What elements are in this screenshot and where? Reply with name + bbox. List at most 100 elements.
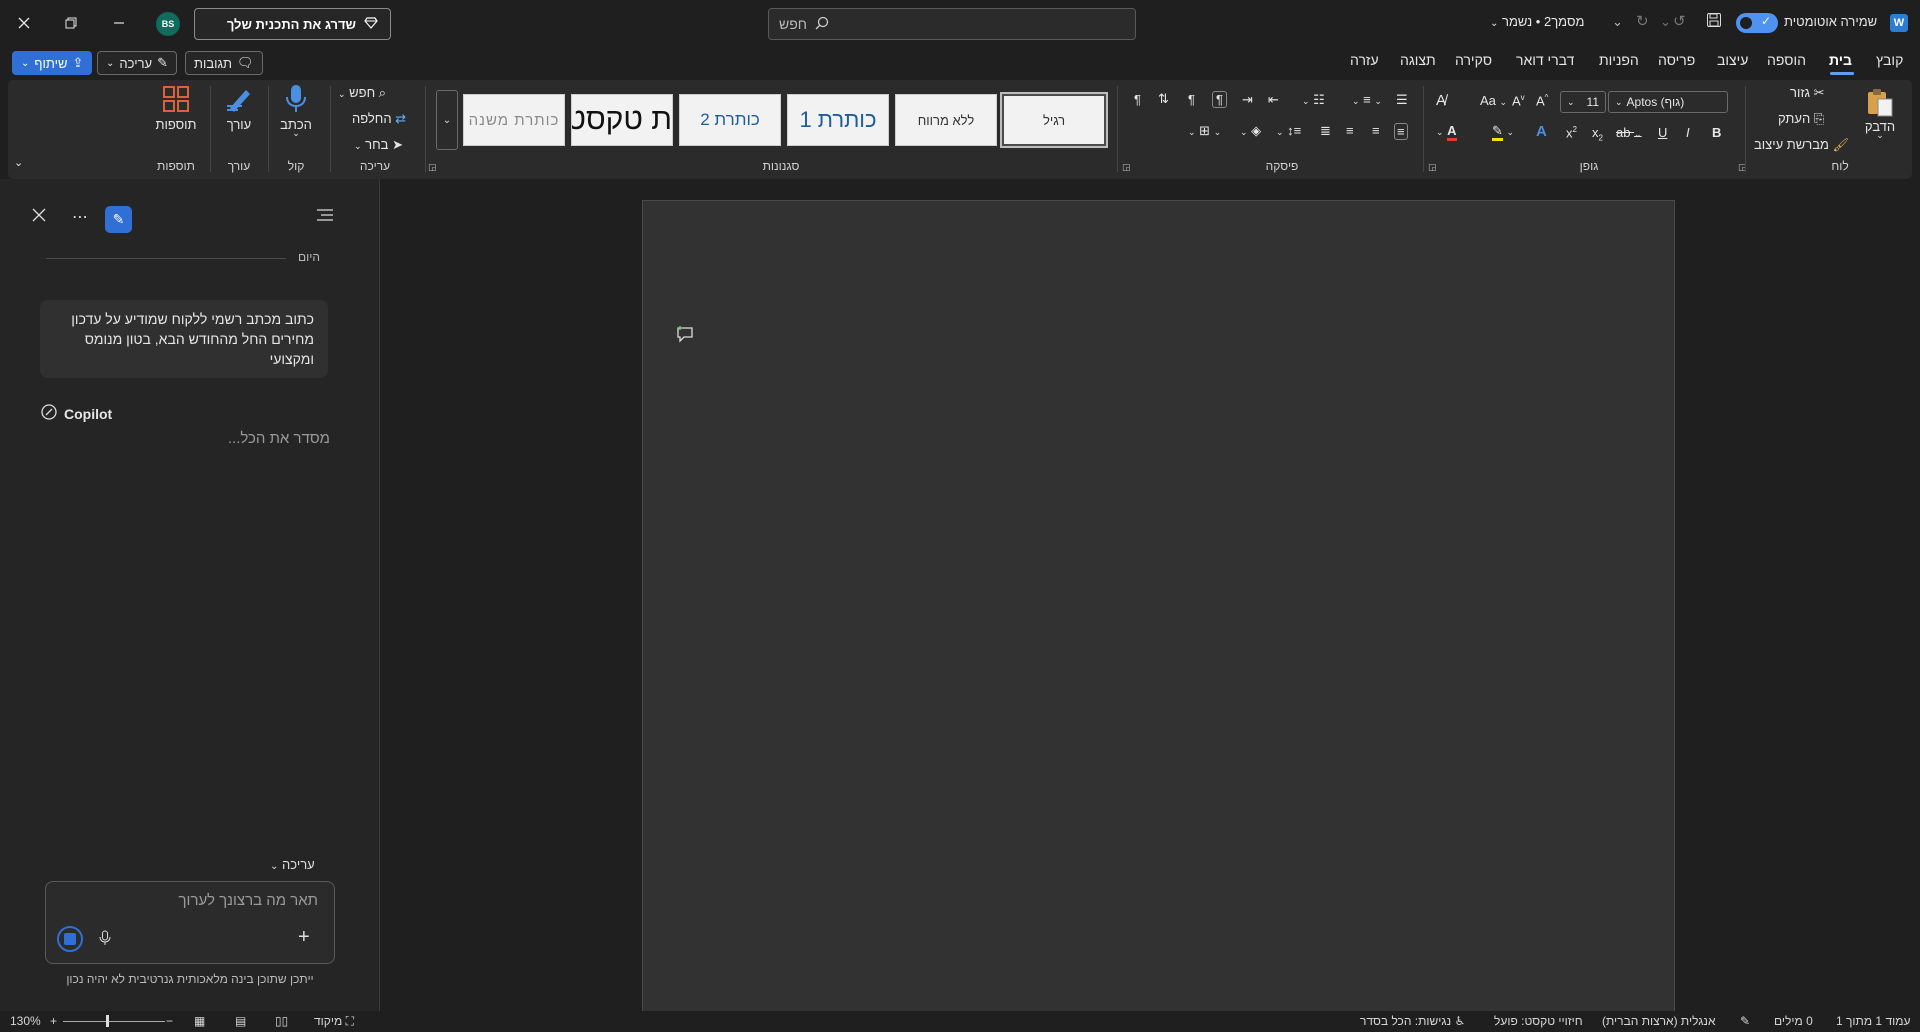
word-count[interactable]: 0 מילים: [1774, 1014, 1813, 1028]
tab-layout[interactable]: פריסה: [1658, 52, 1695, 68]
search-box[interactable]: חפש: [768, 8, 1136, 40]
tab-review[interactable]: סקירה: [1455, 52, 1492, 68]
customize-toolbar-button[interactable]: ⌄: [1612, 14, 1623, 30]
print-layout-icon[interactable]: ▤: [235, 1014, 246, 1028]
zoom-slider[interactable]: [63, 1021, 165, 1022]
prompt-input-placeholder[interactable]: תאר מה ברצונך לערוך: [60, 892, 318, 909]
page-count[interactable]: עמוד 1 מתוך 1: [1836, 1014, 1910, 1028]
history-menu-button[interactable]: [316, 208, 334, 227]
strikethrough-button[interactable]: ab ⌄: [1616, 125, 1642, 140]
read-mode-icon[interactable]: ▯▯: [275, 1014, 288, 1028]
text-effects-button[interactable]: A: [1536, 123, 1547, 140]
language-status[interactable]: אנגלית (ארצות הברית): [1602, 1014, 1715, 1028]
sort-icon[interactable]: ⇅: [1158, 91, 1169, 107]
minimize-window-button[interactable]: [104, 8, 134, 38]
align-right-button[interactable]: ≡: [1394, 123, 1408, 140]
tab-insert[interactable]: הוספה: [1767, 52, 1806, 68]
editor-button[interactable]: עורך: [218, 84, 260, 132]
subscript-button[interactable]: x2: [1592, 125, 1603, 143]
addins-button[interactable]: תוספות: [148, 84, 204, 132]
select-button[interactable]: ➤ בחר ⌄: [354, 137, 403, 153]
document-page[interactable]: [642, 200, 1675, 1020]
editing-mode-button[interactable]: ✎ עריכה ⌄: [97, 51, 177, 75]
multilevel-list-button[interactable]: ⌄ ☷: [1302, 92, 1325, 108]
borders-button[interactable]: ⌄ ⊞ ⌄: [1188, 123, 1221, 139]
justify-button[interactable]: ≣: [1320, 123, 1331, 139]
align-left-button[interactable]: ≡: [1346, 123, 1354, 138]
style-no-spacing[interactable]: ללא מרווח: [895, 94, 997, 146]
accessibility-status[interactable]: ♿ נגישות: הכל בסדר: [1360, 1014, 1465, 1028]
undo-icon[interactable]: ↺: [1673, 12, 1686, 30]
bold-button[interactable]: B: [1712, 125, 1721, 140]
close-window-button[interactable]: [9, 8, 39, 38]
add-attachment-button[interactable]: +: [298, 926, 310, 949]
zoom-in-button[interactable]: +: [50, 1014, 57, 1028]
italic-button[interactable]: I: [1686, 125, 1690, 140]
avatar[interactable]: BS: [156, 12, 180, 36]
copilot-draft-icon[interactable]: [676, 324, 696, 349]
web-layout-icon[interactable]: ▦: [194, 1014, 205, 1028]
shading-button[interactable]: ⌄ ◈: [1240, 123, 1261, 139]
editing-toggle[interactable]: עריכה ⌄: [270, 857, 315, 872]
style-heading-1[interactable]: כותרת 1: [787, 94, 889, 146]
more-options-button[interactable]: ⋯: [72, 207, 89, 227]
highlight-button[interactable]: ✎ ⌄: [1492, 123, 1514, 141]
microphone-button[interactable]: [99, 930, 111, 951]
ltr-direction-button[interactable]: ¶: [1188, 92, 1195, 107]
bullets-button[interactable]: ☰: [1396, 92, 1408, 108]
align-center-button[interactable]: ≡: [1372, 123, 1380, 138]
styles-launcher-icon[interactable]: ◲: [428, 162, 437, 173]
tab-view[interactable]: תצוגה: [1400, 52, 1436, 68]
close-pane-button[interactable]: [32, 208, 46, 227]
paste-button[interactable]: הדבק ⌄: [1862, 86, 1898, 141]
new-chat-button[interactable]: ✎: [105, 206, 132, 233]
font-size-select[interactable]: ⌄ 11: [1560, 91, 1606, 113]
tab-file[interactable]: קובץ: [1876, 52, 1903, 68]
find-button[interactable]: ⌕ חפש ⌄: [338, 85, 386, 101]
line-spacing-button[interactable]: ⌄ ↕≡: [1276, 123, 1301, 138]
font-color-button[interactable]: ⌄ A: [1436, 123, 1457, 141]
superscript-button[interactable]: x2: [1566, 125, 1577, 140]
format-painter-button[interactable]: 🖌 מברשת עיצוב: [1754, 137, 1849, 153]
cut-button[interactable]: ✂ גזור: [1790, 85, 1825, 101]
style-heading-2[interactable]: כותרת 2: [679, 94, 781, 146]
replace-button[interactable]: ⇄ החלפה: [352, 111, 406, 127]
focus-mode-button[interactable]: ⛶ מיקוד: [314, 1014, 354, 1029]
clear-formatting-button[interactable]: A̸: [1436, 92, 1446, 109]
proofing-icon[interactable]: ✎: [1740, 1014, 1750, 1028]
tab-help[interactable]: עזרה: [1350, 52, 1379, 68]
share-button[interactable]: ⇪ שיתוף ⌄: [12, 51, 93, 75]
font-launcher-icon[interactable]: ◲: [1428, 162, 1437, 173]
stop-generating-button[interactable]: [57, 926, 83, 952]
autosave-toggle[interactable]: ✓: [1736, 13, 1778, 33]
increase-indent-button[interactable]: ⇥: [1242, 92, 1253, 108]
shrink-font-button[interactable]: Av: [1512, 93, 1525, 108]
underline-button[interactable]: U: [1658, 125, 1667, 140]
show-marks-button[interactable]: ¶: [1134, 92, 1141, 107]
zoom-slider-thumb[interactable]: [106, 1015, 109, 1027]
text-predictions-status[interactable]: חיזויי טקסט: פועל: [1494, 1014, 1583, 1028]
upgrade-plan-button[interactable]: שדרג את התכנית שלך: [194, 8, 391, 40]
save-icon[interactable]: [1706, 12, 1722, 31]
grow-font-button[interactable]: A^: [1536, 93, 1548, 108]
numbering-button[interactable]: ⌄ ≡ ⌄: [1352, 92, 1382, 107]
tab-design[interactable]: עיצוב: [1717, 52, 1748, 68]
comments-button[interactable]: 🗨 תגובות: [185, 51, 263, 75]
document-title-button[interactable]: מסמך2 • נשמר ⌄: [1490, 14, 1584, 29]
redo-icon[interactable]: ↻: [1636, 12, 1649, 30]
tab-references[interactable]: הפניות: [1599, 52, 1639, 68]
dictate-button[interactable]: הכתב ⌄: [275, 84, 317, 139]
style-normal[interactable]: רגיל: [1000, 92, 1108, 148]
undo-dropdown[interactable]: ⌄: [1660, 14, 1671, 30]
tab-home[interactable]: בית: [1829, 52, 1852, 68]
paragraph-launcher-icon[interactable]: ◲: [1122, 162, 1131, 173]
zoom-out-button[interactable]: −: [166, 1014, 173, 1028]
change-case-button[interactable]: Aa ⌄: [1480, 93, 1507, 108]
style-subtitle[interactable]: כותרת משנה: [463, 94, 565, 146]
zoom-level[interactable]: 130%: [10, 1014, 41, 1028]
rtl-direction-button[interactable]: ¶: [1212, 91, 1227, 108]
decrease-indent-button[interactable]: ⇤: [1268, 92, 1279, 108]
font-name-select[interactable]: ⌄ Aptos (גוף): [1608, 91, 1728, 113]
copy-button[interactable]: ⎘ העתק: [1778, 111, 1824, 127]
style-title[interactable]: ת טקסט: [571, 94, 673, 146]
